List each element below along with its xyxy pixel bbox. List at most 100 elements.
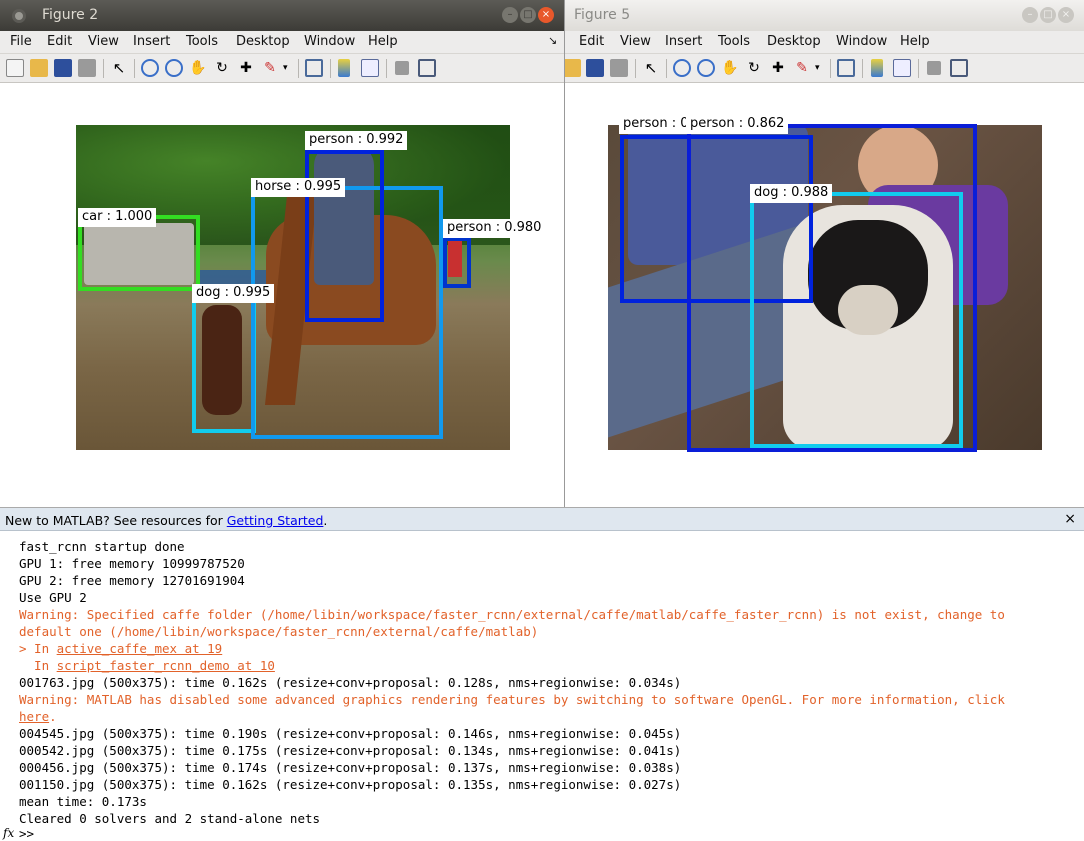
open-file-icon[interactable] — [565, 59, 581, 77]
legend-icon[interactable] — [361, 59, 379, 77]
menu-insert[interactable]: Insert — [133, 34, 170, 49]
menu-view[interactable]: View — [620, 34, 651, 49]
command-output: fast_rcnn startup done GPU 1: free memory… — [19, 538, 1005, 827]
bbox-dog — [192, 285, 256, 433]
menu-insert[interactable]: Insert — [665, 34, 702, 49]
bbox-dog — [750, 192, 963, 448]
bbox-person — [443, 237, 471, 288]
app-icon — [12, 9, 26, 23]
rotate-3d-icon[interactable]: ↻ — [745, 59, 763, 77]
console-line: Use GPU 2 — [19, 590, 87, 605]
save-icon[interactable] — [54, 59, 72, 77]
window-title: Figure 5 — [574, 7, 631, 23]
console-line: GPU 2: free memory 12701691904 — [19, 573, 245, 588]
getting-started-banner: New to MATLAB? See resources for Getting… — [0, 508, 1084, 531]
bbox-label: dog : 0.995 — [192, 284, 275, 303]
menubar: File Edit View Insert Tools Desktop Wind… — [0, 31, 564, 54]
link-plot-icon[interactable] — [305, 59, 323, 77]
maximize-button[interactable]: □ — [520, 7, 536, 23]
console-link[interactable]: script_faster_rcnn_demo at 10 — [57, 658, 275, 673]
hide-plot-tools-icon[interactable] — [927, 61, 941, 75]
menu-help[interactable]: Help — [900, 34, 930, 49]
open-file-icon[interactable] — [30, 59, 48, 77]
new-figure-icon[interactable] — [6, 59, 24, 77]
rotate-3d-icon[interactable]: ↻ — [213, 59, 231, 77]
minimize-button[interactable]: – — [1022, 7, 1038, 23]
fx-icon[interactable]: fx — [3, 826, 14, 840]
hide-plot-tools-icon[interactable] — [395, 61, 409, 75]
console-link[interactable]: here — [19, 709, 49, 724]
titlebar[interactable]: Figure 5 – □ × — [565, 0, 1084, 31]
menu-help[interactable]: Help — [368, 34, 398, 49]
console-line: default one (/home/libin/workspace/faste… — [19, 624, 539, 639]
show-plot-tools-icon[interactable] — [418, 59, 436, 77]
console-line: > In active_caffe_mex at 19 — [19, 641, 223, 656]
zoom-out-icon[interactable] — [165, 59, 183, 77]
zoom-out-icon[interactable] — [697, 59, 715, 77]
menubar: Edit View Insert Tools Desktop Window He… — [565, 31, 1084, 54]
brush-icon[interactable]: ✎ — [261, 59, 279, 77]
data-cursor-icon[interactable]: ✚ — [237, 59, 255, 77]
minimize-button[interactable]: – — [502, 7, 518, 23]
maximize-button[interactable]: □ — [1040, 7, 1056, 23]
close-button[interactable]: × — [1058, 7, 1074, 23]
figure-window-2: Figure 2 – □ × File Edit View Insert Too… — [0, 0, 564, 507]
print-icon[interactable] — [78, 59, 96, 77]
close-button[interactable]: × — [538, 7, 554, 23]
print-icon[interactable] — [610, 59, 628, 77]
bbox-person — [305, 150, 384, 322]
titlebar[interactable]: Figure 2 – □ × — [0, 0, 564, 31]
pan-icon[interactable]: ✋ — [189, 59, 207, 77]
menu-file[interactable]: File — [10, 34, 32, 49]
bbox-label: person : 0.862 — [686, 115, 789, 134]
menu-tools[interactable]: Tools — [186, 34, 218, 49]
edit-plot-icon[interactable]: ↖ — [642, 59, 660, 77]
console-line: 000456.jpg (500x375): time 0.174s (resiz… — [19, 760, 682, 775]
bbox-label: horse : 0.995 — [251, 178, 346, 197]
console-line: GPU 1: free memory 10999787520 — [19, 556, 245, 571]
edit-plot-icon[interactable]: ↖ — [110, 59, 128, 77]
bbox-label: person : 0.980 — [443, 219, 546, 238]
menu-window[interactable]: Window — [836, 34, 887, 49]
console-line: In script_faster_rcnn_demo at 10 — [19, 658, 275, 673]
save-icon[interactable] — [586, 59, 604, 77]
getting-started-link[interactable]: Getting Started — [227, 513, 324, 528]
bbox-label: person : 0 — [619, 115, 687, 134]
brush-icon[interactable]: ✎ — [793, 59, 811, 77]
menu-view[interactable]: View — [88, 34, 119, 49]
show-plot-tools-icon[interactable] — [950, 59, 968, 77]
console-link[interactable]: active_caffe_mex at 19 — [57, 641, 223, 656]
figure-window-5: Figure 5 – □ × Edit View Insert Tools De… — [564, 0, 1084, 507]
close-banner-icon[interactable]: × — [1064, 511, 1076, 527]
colorbar-icon[interactable] — [338, 59, 350, 77]
console-line: 001150.jpg (500x375): time 0.162s (resiz… — [19, 777, 682, 792]
command-window: New to MATLAB? See resources for Getting… — [0, 507, 1084, 841]
console-line: 000542.jpg (500x375): time 0.175s (resiz… — [19, 743, 682, 758]
command-prompt[interactable]: >> — [19, 826, 34, 841]
bbox-label: car : 1.000 — [78, 208, 157, 227]
console-line: fast_rcnn startup done — [19, 539, 185, 554]
colorbar-icon[interactable] — [871, 59, 883, 77]
menu-tools[interactable]: Tools — [718, 34, 750, 49]
menu-edit[interactable]: Edit — [579, 34, 604, 49]
pan-icon[interactable]: ✋ — [721, 59, 739, 77]
menu-desktop[interactable]: Desktop — [236, 34, 290, 49]
figure-toolbar: ↖ ✋ ↻ ✚ ✎ ▾ — [565, 54, 1084, 83]
menu-desktop[interactable]: Desktop — [767, 34, 821, 49]
menu-window[interactable]: Window — [304, 34, 355, 49]
menu-edit[interactable]: Edit — [47, 34, 72, 49]
brush-dropdown-icon[interactable]: ▾ — [283, 59, 293, 77]
link-plot-icon[interactable] — [837, 59, 855, 77]
zoom-in-icon[interactable] — [141, 59, 159, 77]
brush-dropdown-icon[interactable]: ▾ — [815, 59, 825, 77]
zoom-in-icon[interactable] — [673, 59, 691, 77]
banner-end: . — [323, 513, 328, 528]
console-line: Warning: Specified caffe folder (/home/l… — [19, 607, 1005, 622]
console-line: Warning: MATLAB has disabled some advanc… — [19, 692, 1005, 707]
console-line: mean time: 0.173s — [19, 794, 147, 809]
console-line: here. — [19, 709, 57, 724]
console-line: 001763.jpg (500x375): time 0.162s (resiz… — [19, 675, 682, 690]
dock-arrow-icon[interactable]: ↘ — [548, 34, 557, 47]
legend-icon[interactable] — [893, 59, 911, 77]
data-cursor-icon[interactable]: ✚ — [769, 59, 787, 77]
